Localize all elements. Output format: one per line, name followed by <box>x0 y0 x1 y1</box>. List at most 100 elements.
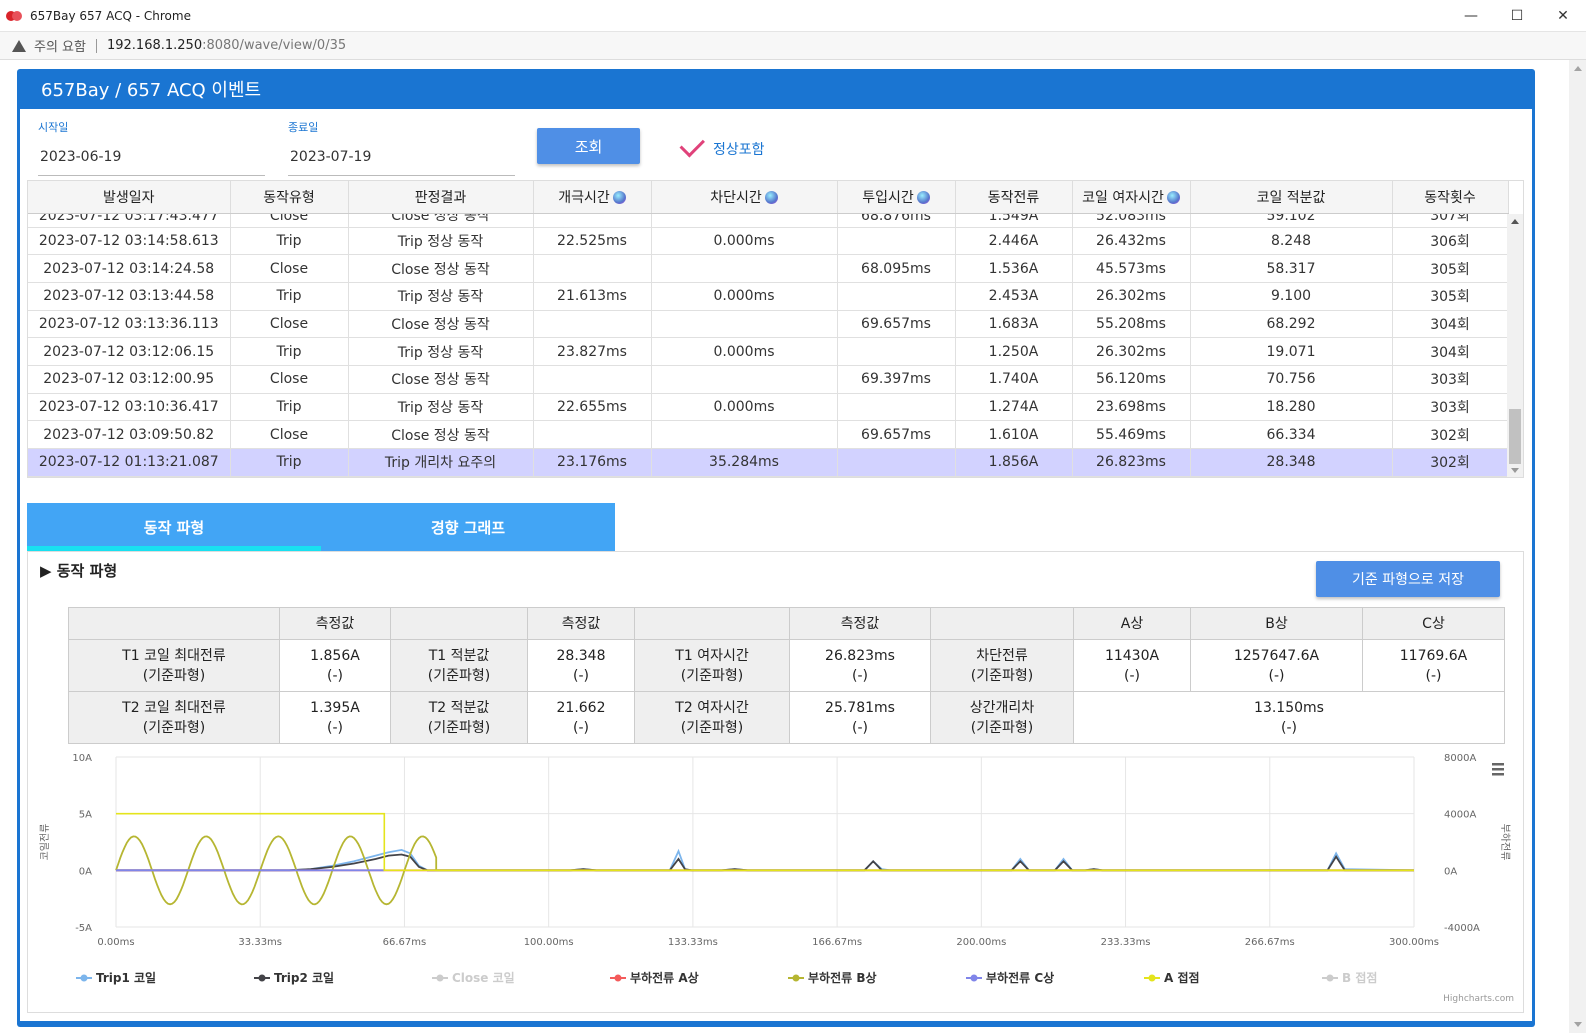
legend-marker-1[interactable] <box>258 974 266 982</box>
table-row[interactable]: 2023-07-12 03:09:50.82 Close Close 정상 동작 69… <box>28 420 1509 449</box>
scroll-up-icon[interactable] <box>1574 66 1582 71</box>
legend-marker-7[interactable] <box>1326 974 1334 982</box>
table-cell: 1.536A <box>955 254 1073 283</box>
info-icon[interactable] <box>764 190 778 204</box>
legend-marker-4[interactable] <box>792 974 800 982</box>
table-cell: 2023-07-12 03:12:00.95 <box>28 365 231 394</box>
table-cell: 22.655ms <box>533 393 652 422</box>
info-icon[interactable] <box>916 190 930 204</box>
column-header[interactable]: 코일 적분값 <box>1190 181 1393 214</box>
table-cell: 2.446A <box>955 227 1073 256</box>
table-cell <box>651 213 838 228</box>
table-row[interactable]: 2023-07-12 03:10:36.417 Trip Trip 정상 동작 22.… <box>28 393 1509 422</box>
tab-operation-waveform[interactable]: 동작 파형 <box>27 503 321 551</box>
table-scroll-thumb[interactable] <box>1509 409 1521 464</box>
end-date-field[interactable]: 종료일 2023-07-19 <box>288 119 515 176</box>
scroll-down-icon[interactable] <box>1574 1022 1582 1027</box>
table-row[interactable]: 2023-07-12 01:13:21.087 Trip Trip 개리차 요주의 2… <box>28 448 1509 477</box>
table-cell: 2023-07-12 03:09:50.82 <box>28 420 231 449</box>
column-header[interactable]: 코일 여자시간 <box>1072 181 1191 214</box>
table-cell: Trip 개리차 요주의 <box>348 448 534 477</box>
t1-integral-value: 28.348 (-) <box>527 639 635 692</box>
table-row[interactable]: 2023-07-12 03:13:36.113 Close Close 정상 동작 6… <box>28 310 1509 339</box>
table-scroll-up-icon[interactable] <box>1511 219 1519 224</box>
column-header[interactable]: 개극시간 <box>533 181 652 214</box>
address-bar[interactable]: 주의 요함 192.168.1.250:8080/wave/view/0/35 <box>0 32 1586 60</box>
column-header[interactable]: 동작유형 <box>230 181 349 214</box>
table-cell: 55.208ms <box>1072 310 1191 339</box>
table-cell <box>837 282 956 311</box>
table-cell: 0.000ms <box>651 337 838 366</box>
series-line-0[interactable] <box>116 848 1415 872</box>
table-cell: 45.573ms <box>1072 254 1191 283</box>
table-row[interactable]: 2023-07-12 03:14:24.58 Close Close 정상 동작 68… <box>28 254 1509 283</box>
legend-marker-0[interactable] <box>80 974 88 982</box>
events-body: 2023-07-12 03:17:43.477 Close Close 정상 동작 6… <box>28 213 1509 477</box>
table-cell: Trip <box>230 337 349 366</box>
table-cell: 0.000ms <box>651 282 838 311</box>
column-header[interactable]: 차단시간 <box>651 181 838 214</box>
table-row[interactable]: 2023-07-12 03:13:44.58 Trip Trip 정상 동작 21.6… <box>28 282 1509 311</box>
info-icon[interactable] <box>1166 190 1180 204</box>
y-right-tick-label: 4000A <box>1444 810 1476 821</box>
search-button[interactable]: 조회 <box>537 128 640 164</box>
menu-icon[interactable] <box>1492 768 1504 771</box>
legend-marker-2[interactable] <box>436 974 444 982</box>
table-cell: 18.280 <box>1190 393 1393 422</box>
t2-integral-label: T2 적분값 (기준파형) <box>390 691 528 744</box>
page-scrollbar[interactable] <box>1569 60 1586 1033</box>
column-header[interactable]: 동작횟수 <box>1392 181 1509 214</box>
x-tick-label: 200.00ms <box>956 937 1006 948</box>
legend-marker-3[interactable] <box>614 974 622 982</box>
menu-icon[interactable] <box>1492 763 1504 766</box>
security-label[interactable]: 주의 요함 <box>34 36 86 55</box>
maximize-button[interactable]: ☐ <box>1494 0 1540 32</box>
series-line-6[interactable] <box>116 812 1414 872</box>
table-row-partial[interactable]: 2023-07-12 03:17:43.477 Close Close 정상 동작 6… <box>28 213 1509 228</box>
end-date-input[interactable]: 2023-07-19 <box>288 149 515 176</box>
metrics-header <box>68 607 280 640</box>
include-normal-label[interactable]: 정상포함 <box>713 139 765 159</box>
t2-max-current-label: T2 코일 최대전류 (기준파형) <box>68 691 280 744</box>
breaking-current-b: 1257647.6A (-) <box>1190 639 1363 692</box>
table-cell: 23.176ms <box>533 448 652 477</box>
menu-icon[interactable] <box>1492 773 1504 776</box>
table-cell: 0.000ms <box>651 393 838 422</box>
table-cell: 303회 <box>1392 365 1509 394</box>
include-normal-checkbox[interactable]: 정상포함 <box>675 132 765 160</box>
url-host[interactable]: 192.168.1.250 <box>107 38 202 53</box>
column-header[interactable]: 판정결과 <box>348 181 534 214</box>
table-cell: 304회 <box>1392 310 1509 339</box>
series-line-1[interactable] <box>116 853 1414 872</box>
table-row[interactable]: 2023-07-12 03:12:00.95 Close Close 정상 동작 69… <box>28 365 1509 394</box>
table-cell: Close <box>230 420 349 449</box>
info-icon[interactable] <box>612 190 626 204</box>
start-date-field[interactable]: 시작일 2023-06-19 <box>38 119 265 176</box>
table-scrollbar[interactable] <box>1507 214 1523 477</box>
save-reference-button[interactable]: 기준 파형으로 저장 <box>1316 561 1500 597</box>
check-icon[interactable] <box>679 132 705 158</box>
legend-item-2: Close 코일 <box>452 971 515 985</box>
table-cell: 35.284ms <box>651 448 838 477</box>
table-cell: Trip <box>230 448 349 477</box>
column-header[interactable]: 발생일자 <box>28 181 231 214</box>
table-cell: Trip 정상 동작 <box>348 393 534 422</box>
table-row[interactable]: 2023-07-12 03:12:06.15 Trip Trip 정상 동작 23.8… <box>28 337 1509 366</box>
close-button[interactable]: ✕ <box>1540 0 1586 32</box>
start-date-input[interactable]: 2023-06-19 <box>38 149 265 176</box>
column-header[interactable]: 투입시간 <box>837 181 956 214</box>
table-cell: 1.856A <box>955 448 1073 477</box>
legend-marker-5[interactable] <box>970 974 978 982</box>
table-scroll-down-icon[interactable] <box>1511 468 1519 473</box>
waveform-chart[interactable]: 0.00ms 33.33ms 66.67ms 100.00ms 133.33ms 166.… <box>36 749 1522 1009</box>
table-cell: 21.613ms <box>533 282 652 311</box>
minimize-button[interactable]: — <box>1448 0 1494 32</box>
metrics-header <box>930 607 1074 640</box>
legend-marker-6[interactable] <box>1148 974 1156 982</box>
table-cell <box>533 420 652 449</box>
table-row[interactable]: 2023-07-12 03:14:58.613 Trip Trip 정상 동작 22.… <box>28 227 1509 256</box>
table-cell <box>837 448 956 477</box>
url-path[interactable]: :8080/wave/view/0/35 <box>202 38 346 53</box>
tab-trend-graph[interactable]: 경향 그래프 <box>321 503 615 551</box>
column-header[interactable]: 동작전류 <box>955 181 1073 214</box>
